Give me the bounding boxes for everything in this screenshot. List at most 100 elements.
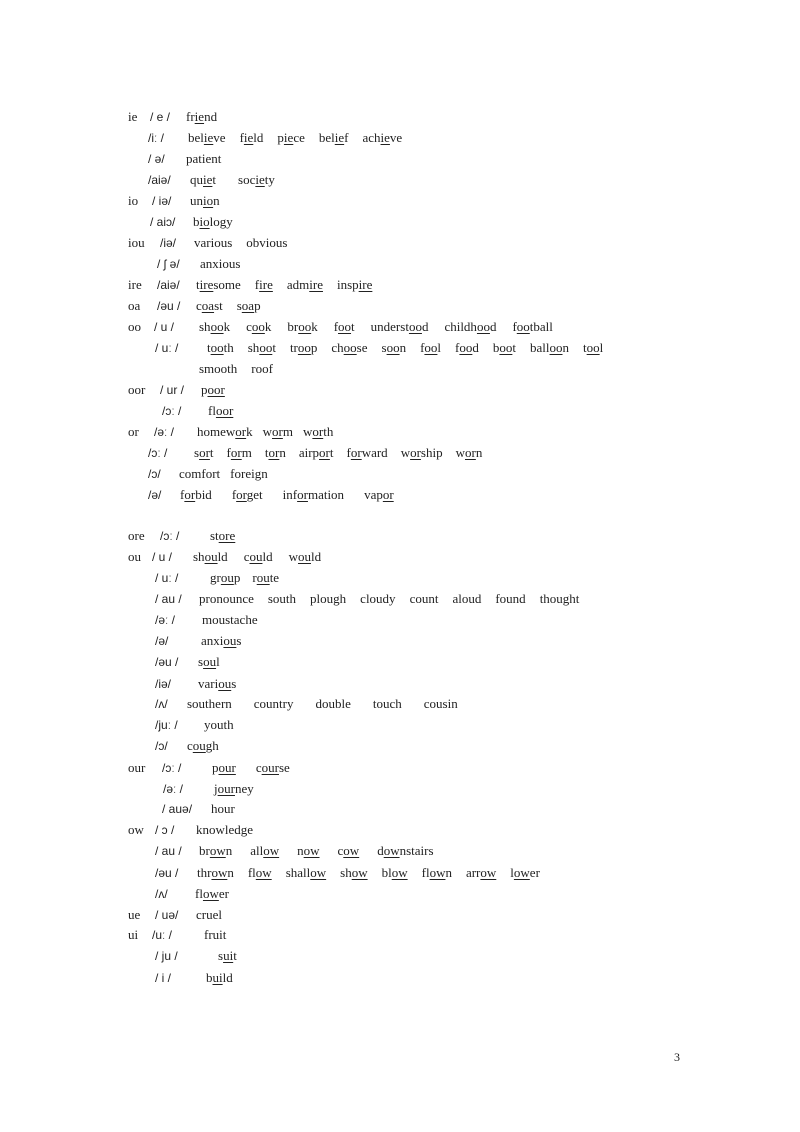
example-word: football — [512, 318, 552, 336]
underlined-letters: ore — [218, 528, 236, 543]
word-part: fr — [186, 109, 195, 124]
word-part: br — [287, 319, 299, 334]
word-part: n — [562, 340, 570, 355]
underlined-letters: or — [184, 487, 196, 502]
letter-combination: or — [128, 424, 139, 439]
example-words: cough — [187, 737, 233, 755]
word-part: t — [233, 948, 237, 963]
example-word: choose — [331, 339, 367, 357]
word-part: bl — [381, 865, 392, 880]
example-word: sort — [194, 444, 214, 462]
phonetic-symbol: /əː / — [154, 425, 175, 439]
phonetic-symbol: /aiə/ — [157, 278, 180, 292]
underlined-letters: ie — [283, 130, 294, 145]
page-number: 3 — [674, 1050, 680, 1064]
word-part: qu — [190, 172, 203, 187]
word-part: n — [227, 865, 234, 880]
word-part: w — [400, 445, 411, 460]
example-word: pour — [212, 759, 236, 777]
word-part: sh — [193, 549, 205, 564]
phonetic-symbol: /juː / — [155, 718, 178, 732]
example-word: flown — [422, 864, 452, 882]
underlined-letters: oo — [297, 340, 311, 355]
word-part: t — [209, 445, 214, 460]
example-word: found — [495, 590, 525, 608]
example-words: poor — [201, 381, 239, 399]
example-word: shook — [199, 318, 230, 336]
word-part: n — [225, 843, 233, 858]
underlined-letters: ui — [223, 948, 234, 963]
word-part: adm — [286, 277, 310, 292]
example-word: obvious — [246, 234, 287, 252]
underlined-letters: ou — [220, 570, 234, 585]
example-word: airport — [299, 444, 334, 462]
example-word: cousin — [424, 695, 458, 713]
phonetic-symbol: /ʌ/ — [155, 887, 168, 901]
word-part: st — [210, 528, 219, 543]
example-word: brown — [199, 842, 232, 860]
word-part: patient — [186, 151, 222, 166]
example-word: food — [455, 339, 479, 357]
underlined-letters: oo — [424, 340, 438, 355]
example-word: smooth — [199, 360, 237, 378]
word-part: st — [214, 298, 223, 313]
word-part: ship — [420, 445, 443, 460]
example-words: southern country double touch cousin — [187, 695, 480, 713]
phonetic-symbol: / u / — [154, 320, 175, 334]
word-part: bel — [318, 130, 335, 145]
example-word: soap — [237, 297, 261, 315]
example-word: double — [316, 695, 351, 713]
example-word: knowledge — [196, 821, 253, 839]
word-part: l — [599, 340, 604, 355]
example-words: brown allow now cow downstairs — [199, 842, 452, 860]
example-words: forbid forget information vapor — [180, 486, 414, 504]
word-part: gh — [205, 738, 219, 753]
example-word: childhood — [444, 318, 496, 336]
underlined-letters: ou — [203, 654, 217, 669]
word-part: fruit — [204, 927, 227, 942]
example-word: patient — [186, 150, 221, 168]
example-word: thought — [540, 590, 580, 608]
underlined-letters: or — [230, 445, 242, 460]
underlined-letters: ou — [223, 633, 237, 648]
example-words: patient — [186, 150, 235, 168]
word-part: ld — [217, 549, 228, 564]
example-word: downstairs — [377, 842, 433, 860]
word-part: south — [267, 591, 297, 606]
underlined-letters: or — [382, 487, 394, 502]
letter-combination: ow — [128, 822, 144, 837]
example-words: group route — [210, 569, 291, 587]
underlined-letters: ou — [249, 549, 263, 564]
phonetic-symbol: / aiɔ/ — [150, 215, 176, 229]
word-part: ve — [389, 130, 403, 145]
example-word: fruit — [204, 926, 226, 944]
phonetic-symbol: / ju / — [155, 949, 178, 963]
example-word: piece — [277, 129, 304, 147]
word-part: arr — [465, 865, 481, 880]
underlined-letters: ow — [351, 865, 368, 880]
underlined-letters: ow — [480, 865, 497, 880]
underlined-letters: ow — [343, 843, 360, 858]
word-part: nstairs — [399, 843, 434, 858]
phonetic-symbol: / uə/ — [155, 908, 179, 922]
phonetic-symbol: / au / — [155, 592, 182, 606]
word-part: touch — [372, 696, 402, 711]
example-word: foot — [334, 318, 355, 336]
underlined-letters: ow — [429, 865, 446, 880]
underlined-letters: ow — [391, 865, 408, 880]
word-part: l — [216, 654, 220, 669]
example-words: quiet society — [190, 171, 297, 189]
example-word: forbid — [180, 486, 212, 504]
underlined-letters: oo — [343, 340, 357, 355]
example-words: shook cook brook foot understood childhood foo… — [199, 318, 569, 336]
underlined-letters: ow — [383, 843, 400, 858]
word-part: ld — [262, 549, 273, 564]
example-word: blow — [382, 864, 408, 882]
word-part: mation — [307, 487, 345, 502]
underlined-letters: ie — [255, 172, 265, 187]
word-part: youth — [204, 717, 234, 732]
word-part: th — [323, 424, 334, 439]
underlined-letters: oo — [499, 340, 513, 355]
word-part: t — [351, 319, 355, 334]
example-word: aloud — [452, 590, 481, 608]
